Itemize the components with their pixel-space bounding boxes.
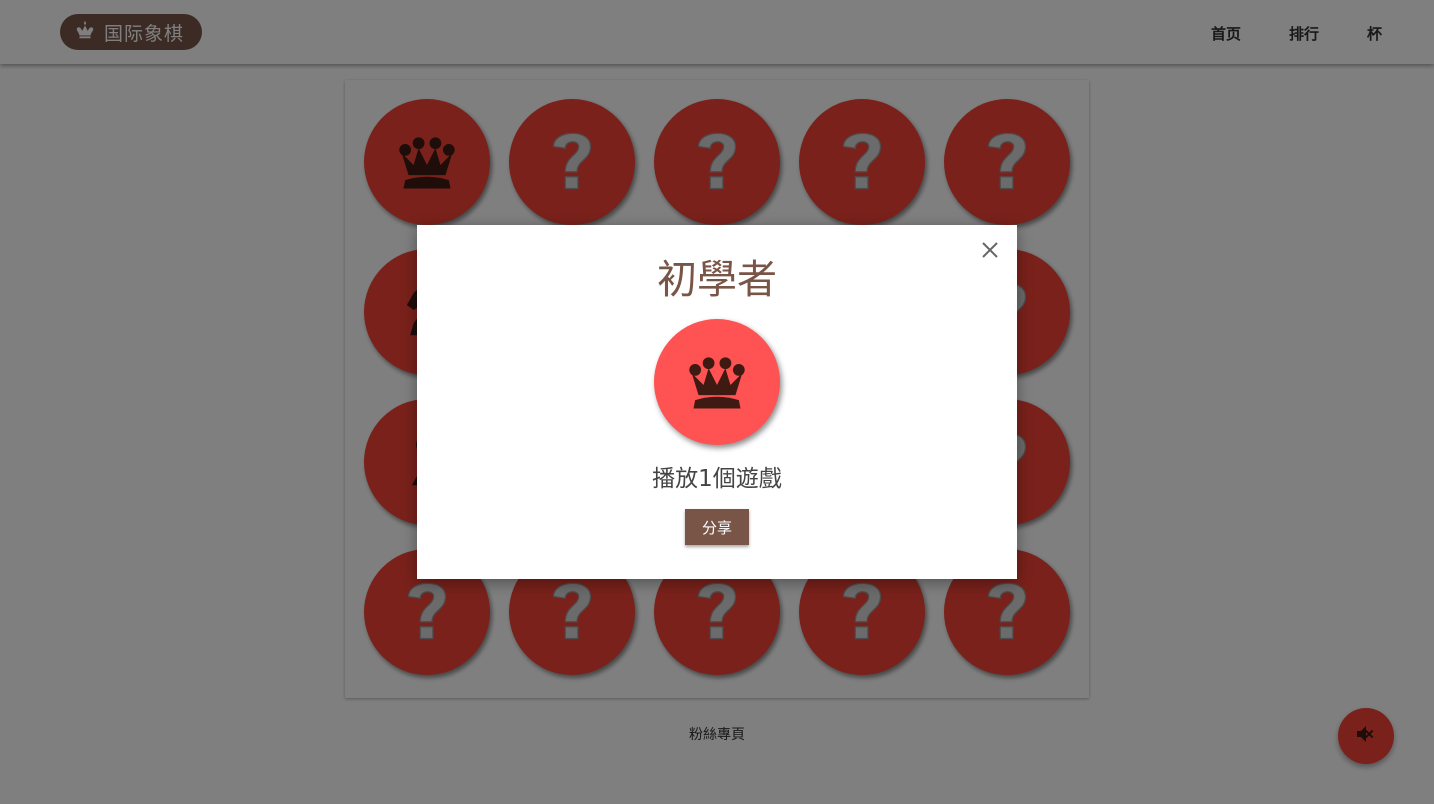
crown-icon (675, 338, 759, 426)
modal-title: 初學者 (657, 257, 777, 303)
share-button[interactable]: 分享 (685, 509, 749, 545)
modal-subtitle: 播放1個遊戲 (652, 466, 782, 492)
achievement-badge (654, 319, 780, 445)
achievement-modal: 初學者 播放1個遊戲 分享 (417, 225, 1017, 579)
